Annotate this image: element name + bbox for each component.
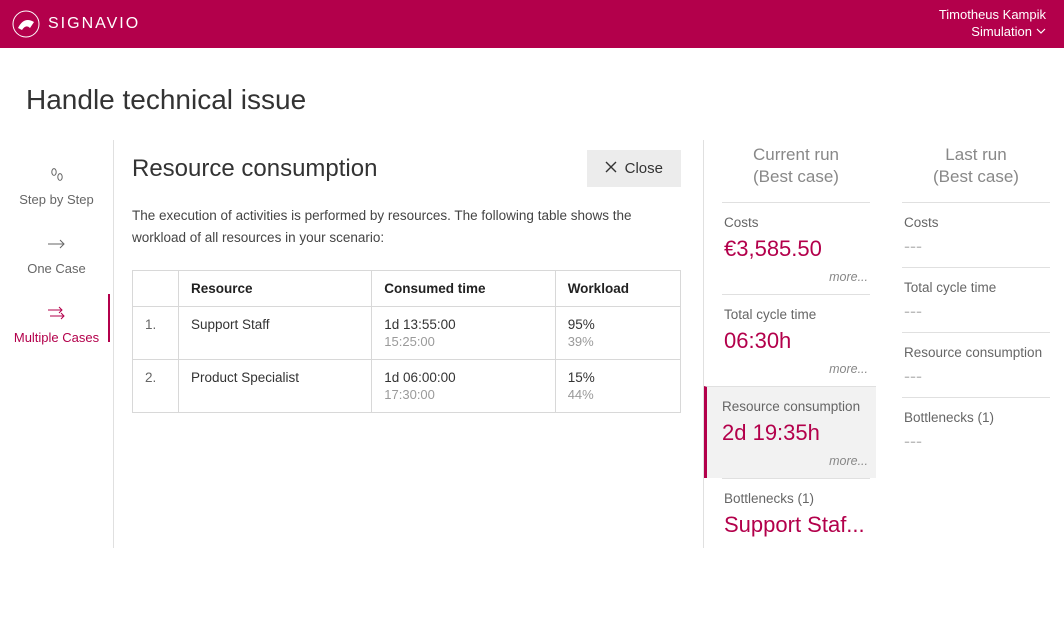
cell-index: 2. xyxy=(133,360,179,413)
card-value: --- xyxy=(904,431,1048,452)
col-consumed: Consumed time xyxy=(372,271,555,307)
card-label: Total cycle time xyxy=(724,307,868,322)
card-resource-consumption[interactable]: Resource consumption 2d 19:35h more... xyxy=(704,386,876,478)
tab-step-by-step[interactable]: Step by Step xyxy=(0,154,113,223)
panel-title: Resource consumption xyxy=(132,155,377,183)
card-value: 2d 19:35h xyxy=(722,420,868,446)
tab-one-case[interactable]: One Case xyxy=(0,223,113,292)
tab-label: Multiple Cases xyxy=(4,330,109,345)
metrics-last-title: Last run (Best case) xyxy=(902,144,1050,188)
card-cycle-time[interactable]: Total cycle time --- xyxy=(902,267,1050,332)
simulation-menu[interactable]: Simulation xyxy=(971,24,1046,41)
table-row: 1. Support Staff 1d 13:55:00 15:25:00 95… xyxy=(133,307,681,360)
cell-index: 1. xyxy=(133,307,179,360)
card-value: Support Staf... xyxy=(724,512,868,538)
card-value: --- xyxy=(904,366,1048,387)
active-tab-indicator xyxy=(108,294,110,342)
brand-block: SIGNAVIO xyxy=(12,10,140,38)
close-label: Close xyxy=(625,160,663,177)
cell-consumed: 1d 13:55:00 15:25:00 xyxy=(372,307,555,360)
more-link[interactable]: more... xyxy=(724,270,868,284)
cell-resource: Support Staff xyxy=(179,307,372,360)
card-bottlenecks[interactable]: Bottlenecks (1) --- xyxy=(902,397,1050,462)
more-link[interactable]: more... xyxy=(722,454,868,468)
panel-description: The execution of activities is performed… xyxy=(132,205,672,248)
card-label: Total cycle time xyxy=(904,280,1048,295)
brand-name: SIGNAVIO xyxy=(48,15,140,33)
cell-workload: 95% 39% xyxy=(555,307,680,360)
cell-workload: 15% 44% xyxy=(555,360,680,413)
card-value: --- xyxy=(904,236,1048,257)
card-value: €3,585.50 xyxy=(724,236,868,262)
metrics-current: Current run (Best case) Costs €3,585.50 … xyxy=(704,144,884,548)
sidebar-tabs: Step by Step One Case Multiple Cases xyxy=(0,140,114,548)
card-costs[interactable]: Costs --- xyxy=(902,202,1050,267)
footsteps-icon xyxy=(4,162,109,188)
metrics-last: Last run (Best case) Costs --- Total cyc… xyxy=(884,144,1064,548)
card-label: Costs xyxy=(724,215,868,230)
metrics-columns: Current run (Best case) Costs €3,585.50 … xyxy=(704,140,1064,548)
simulation-label: Simulation xyxy=(971,24,1032,41)
resource-table: Resource Consumed time Workload 1. Suppo… xyxy=(132,270,681,413)
close-icon xyxy=(605,160,617,177)
main-panel: Resource consumption Close The execution… xyxy=(114,140,704,548)
card-costs[interactable]: Costs €3,585.50 more... xyxy=(722,202,870,294)
table-row: 2. Product Specialist 1d 06:00:00 17:30:… xyxy=(133,360,681,413)
tab-label: Step by Step xyxy=(4,192,109,207)
col-resource: Resource xyxy=(179,271,372,307)
close-button[interactable]: Close xyxy=(587,150,681,187)
card-bottlenecks[interactable]: Bottlenecks (1) Support Staf... xyxy=(722,478,870,548)
tab-label: One Case xyxy=(4,261,109,276)
card-label: Resource consumption xyxy=(904,345,1048,360)
col-workload: Workload xyxy=(555,271,680,307)
page-title: Handle technical issue xyxy=(0,48,1064,140)
card-label: Bottlenecks (1) xyxy=(724,491,868,506)
brand-logo-icon xyxy=(12,10,40,38)
user-name: Timotheus Kampik xyxy=(939,7,1046,24)
card-label: Bottlenecks (1) xyxy=(904,410,1048,425)
cell-consumed: 1d 06:00:00 17:30:00 xyxy=(372,360,555,413)
card-cycle-time[interactable]: Total cycle time 06:30h more... xyxy=(722,294,870,386)
user-block: Timotheus Kampik Simulation xyxy=(939,7,1046,41)
card-value: --- xyxy=(904,301,1048,322)
col-index xyxy=(133,271,179,307)
card-label: Resource consumption xyxy=(722,399,868,414)
chevron-down-icon xyxy=(1036,24,1046,41)
metrics-current-title: Current run (Best case) xyxy=(722,144,870,188)
card-resource-consumption[interactable]: Resource consumption --- xyxy=(902,332,1050,397)
cell-resource: Product Specialist xyxy=(179,360,372,413)
app-header: SIGNAVIO Timotheus Kampik Simulation xyxy=(0,0,1064,48)
arrow-right-icon xyxy=(4,231,109,257)
tab-multiple-cases[interactable]: Multiple Cases xyxy=(0,292,113,361)
more-link[interactable]: more... xyxy=(724,362,868,376)
card-value: 06:30h xyxy=(724,328,868,354)
arrows-right-icon xyxy=(4,300,109,326)
card-label: Costs xyxy=(904,215,1048,230)
